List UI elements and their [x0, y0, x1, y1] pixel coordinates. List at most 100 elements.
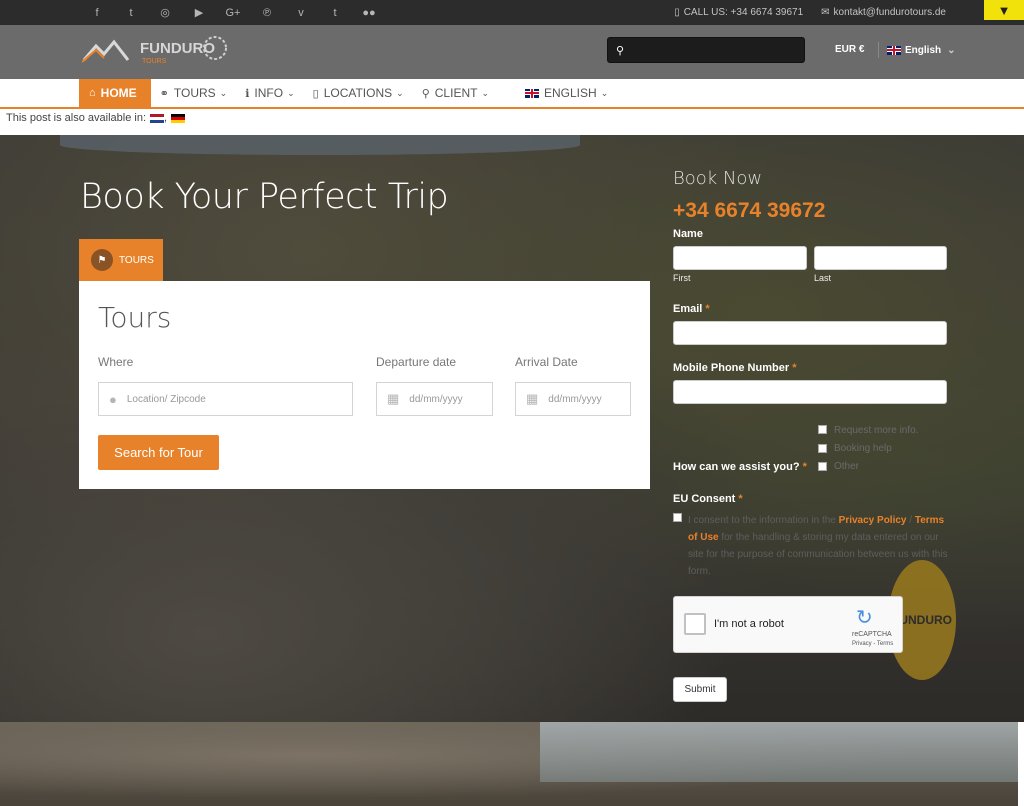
consent-checkbox[interactable]	[673, 513, 682, 522]
eu-consent-label: EU Consent *	[673, 493, 743, 505]
booking-phone[interactable]: +34 6674 39672	[673, 199, 825, 223]
pinterest-icon[interactable]: ℗	[250, 7, 284, 19]
recaptcha-widget: I'm not a robot ↻ reCAPTCHA Privacy - Te…	[673, 596, 903, 653]
google-plus-icon[interactable]: G+	[216, 7, 250, 19]
flickr-icon[interactable]: ●●	[352, 7, 386, 19]
email-label: Email *	[673, 303, 710, 315]
nav-home-label: HOME	[100, 86, 137, 100]
nav-info[interactable]: ℹ INFO ⌄	[236, 79, 303, 107]
recaptcha-logo-icon: ↻	[856, 607, 873, 629]
top-bar: f t ◎ ▶ G+ ℗ v t ●● ▯ CALL US: +34 6674 …	[0, 0, 1024, 25]
tab-tours-label: TOURS	[119, 254, 154, 266]
where-label: Where	[98, 355, 134, 369]
envelope-icon: ✉	[821, 7, 830, 18]
search-icon: ⚲	[616, 44, 625, 57]
first-label: First	[673, 273, 691, 283]
phone-icon: ▯	[674, 7, 680, 18]
chevron-down-icon: ⌄	[287, 87, 295, 98]
map-marker-icon: ●	[109, 391, 117, 407]
departure-label: Departure date	[376, 355, 457, 369]
name-label: Name	[673, 228, 703, 240]
email-text[interactable]: kontakt@fundurotours.de	[834, 7, 946, 18]
arrival-date-field[interactable]: ▦ dd/mm/yyyy	[515, 382, 631, 416]
translations-notice: This post is also available in: ,	[6, 112, 186, 124]
hero-sky	[60, 135, 580, 155]
site-logo[interactable]: FUNDURO TOURS	[81, 34, 230, 68]
search-tour-button[interactable]: Search for Tour	[98, 435, 219, 470]
mobile-label-text: Mobile Phone Number	[673, 362, 790, 374]
nav-locations[interactable]: ▯ LOCATIONS ⌄	[304, 79, 413, 107]
nav-client[interactable]: ⚲ CLIENT ⌄	[413, 79, 498, 107]
recaptcha-checkbox[interactable]	[684, 613, 706, 635]
nav-home[interactable]: ⌂ HOME	[79, 79, 151, 107]
search-input[interactable]	[630, 44, 791, 56]
twitter-icon[interactable]: t	[114, 7, 148, 19]
facebook-icon[interactable]: f	[80, 7, 114, 19]
required-marker: *	[738, 493, 743, 505]
recaptcha-brand: reCAPTCHA	[852, 631, 892, 638]
nav-tours[interactable]: ⚭ TOURS ⌄	[151, 79, 237, 107]
last-name-input[interactable]	[814, 246, 947, 270]
assist-option-checkbox[interactable]	[818, 425, 827, 434]
calendar-icon: ▦	[387, 391, 400, 406]
uk-flag-icon	[887, 45, 901, 55]
assist-option-checkbox[interactable]	[818, 462, 827, 471]
nav-info-label: INFO	[254, 86, 284, 100]
card-title: Tours	[98, 301, 172, 334]
departure-date-field[interactable]: ▦ dd/mm/yyyy	[376, 382, 493, 416]
first-name-input[interactable]	[673, 246, 807, 270]
book-now-title: Book Now	[673, 168, 763, 189]
location-placeholder: Location/ Zipcode	[126, 393, 206, 405]
triangle-down-icon: ▼	[997, 2, 1011, 18]
recaptcha-text: I'm not a robot	[714, 618, 784, 630]
search-box[interactable]: ⚲	[607, 37, 805, 63]
email-label-text: Email	[673, 303, 703, 315]
mobile-input[interactable]	[673, 380, 947, 404]
vimeo-icon[interactable]: v	[284, 7, 318, 19]
recaptcha-terms[interactable]: Privacy - Terms	[852, 641, 893, 647]
email-input[interactable]	[673, 321, 947, 345]
tab-tours[interactable]: ⚑ TOURS	[79, 239, 163, 281]
social-links: f t ◎ ▶ G+ ℗ v t ●●	[80, 0, 386, 25]
tumblr-icon[interactable]: t	[318, 7, 352, 19]
chevron-down-icon: ⌄	[219, 87, 228, 98]
submit-button[interactable]: Submit	[673, 677, 727, 702]
youtube-icon[interactable]: ▶	[182, 6, 216, 19]
nav-tours-label: TOURS	[173, 86, 216, 100]
german-flag-icon[interactable]	[171, 113, 186, 123]
nav-language-label: ENGLISH	[544, 86, 597, 100]
assist-option-label: Request more info.	[834, 425, 919, 436]
dutch-flag-icon[interactable]	[150, 113, 165, 123]
name-label-text: Name	[673, 228, 703, 240]
email-contact[interactable]: ✉ kontakt@fundurotours.de	[821, 7, 946, 18]
chevron-down-icon: ⌄	[947, 44, 956, 56]
flag-icon: ⚑	[91, 249, 113, 271]
map-icon: ▯	[312, 87, 319, 100]
chevron-down-icon: ⌄	[396, 87, 404, 98]
chevron-down-icon: ⌄	[600, 87, 609, 98]
binoculars-icon: ⚭	[159, 87, 169, 100]
toggle-tab[interactable]: ▼	[984, 0, 1024, 20]
location-field[interactable]: ● Location/ Zipcode	[98, 382, 353, 416]
currency-selector[interactable]: EUR €	[835, 44, 864, 55]
language-selector[interactable]: English ⌄	[878, 42, 956, 58]
assist-option-checkbox[interactable]	[818, 444, 827, 453]
eu-consent-label-text: EU Consent	[673, 493, 736, 505]
calendar-icon: ▦	[526, 391, 539, 406]
required-marker: *	[705, 303, 710, 315]
uk-flag-icon	[525, 88, 539, 98]
consent-slash: /	[909, 515, 913, 526]
hero-title: Book Your Perfect Trip	[80, 177, 449, 217]
info-icon: ℹ	[245, 87, 250, 100]
required-marker: *	[802, 461, 807, 473]
nav-language[interactable]: ENGLISH ⌄	[516, 79, 617, 107]
assist-label-text: How can we assist you?	[673, 461, 800, 473]
instagram-icon[interactable]: ◎	[148, 6, 182, 19]
last-label: Last	[814, 273, 832, 283]
privacy-policy-link[interactable]: Privacy Policy	[839, 515, 907, 526]
main-nav: ⌂ HOME ⚭ TOURS ⌄ ℹ INFO ⌄ ▯ LOCATIONS ⌄ …	[0, 79, 1024, 109]
chevron-down-icon: ⌄	[481, 87, 489, 98]
translations-separator: ,	[164, 112, 168, 124]
assist-label: How can we assist you? *	[673, 461, 807, 473]
call-us: ▯ CALL US: +34 6674 39671	[674, 7, 803, 18]
